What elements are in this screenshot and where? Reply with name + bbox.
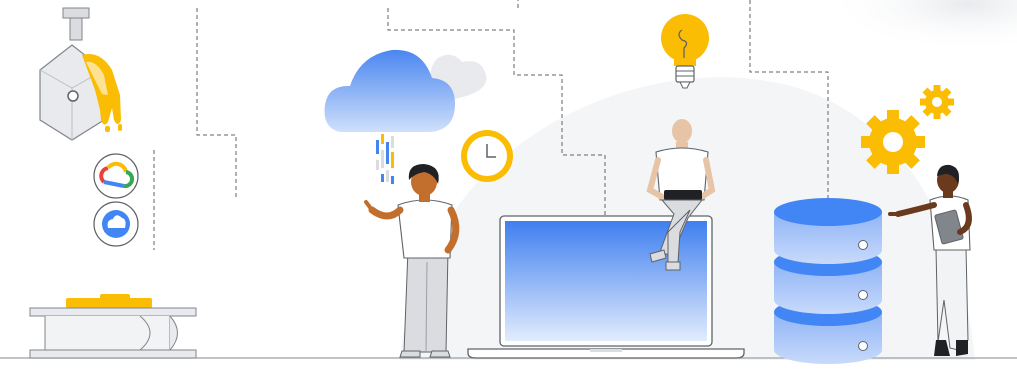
illustration-scene bbox=[0, 0, 1017, 374]
cloud-icon bbox=[324, 49, 487, 132]
gear-icon bbox=[861, 85, 954, 174]
press-base-icon bbox=[29, 294, 197, 359]
laptop-icon bbox=[467, 215, 745, 359]
lightbulb-icon bbox=[661, 14, 709, 89]
person-pointing-icon bbox=[364, 164, 460, 358]
clock-icon bbox=[461, 130, 513, 182]
cloud-storage-icon bbox=[93, 201, 139, 247]
database-icon bbox=[774, 198, 882, 364]
pouring-ladle-icon bbox=[39, 7, 122, 141]
google-cloud-logo-icon bbox=[93, 153, 139, 199]
illustration-canvas bbox=[0, 0, 1017, 364]
data-stream-icon bbox=[376, 134, 394, 184]
